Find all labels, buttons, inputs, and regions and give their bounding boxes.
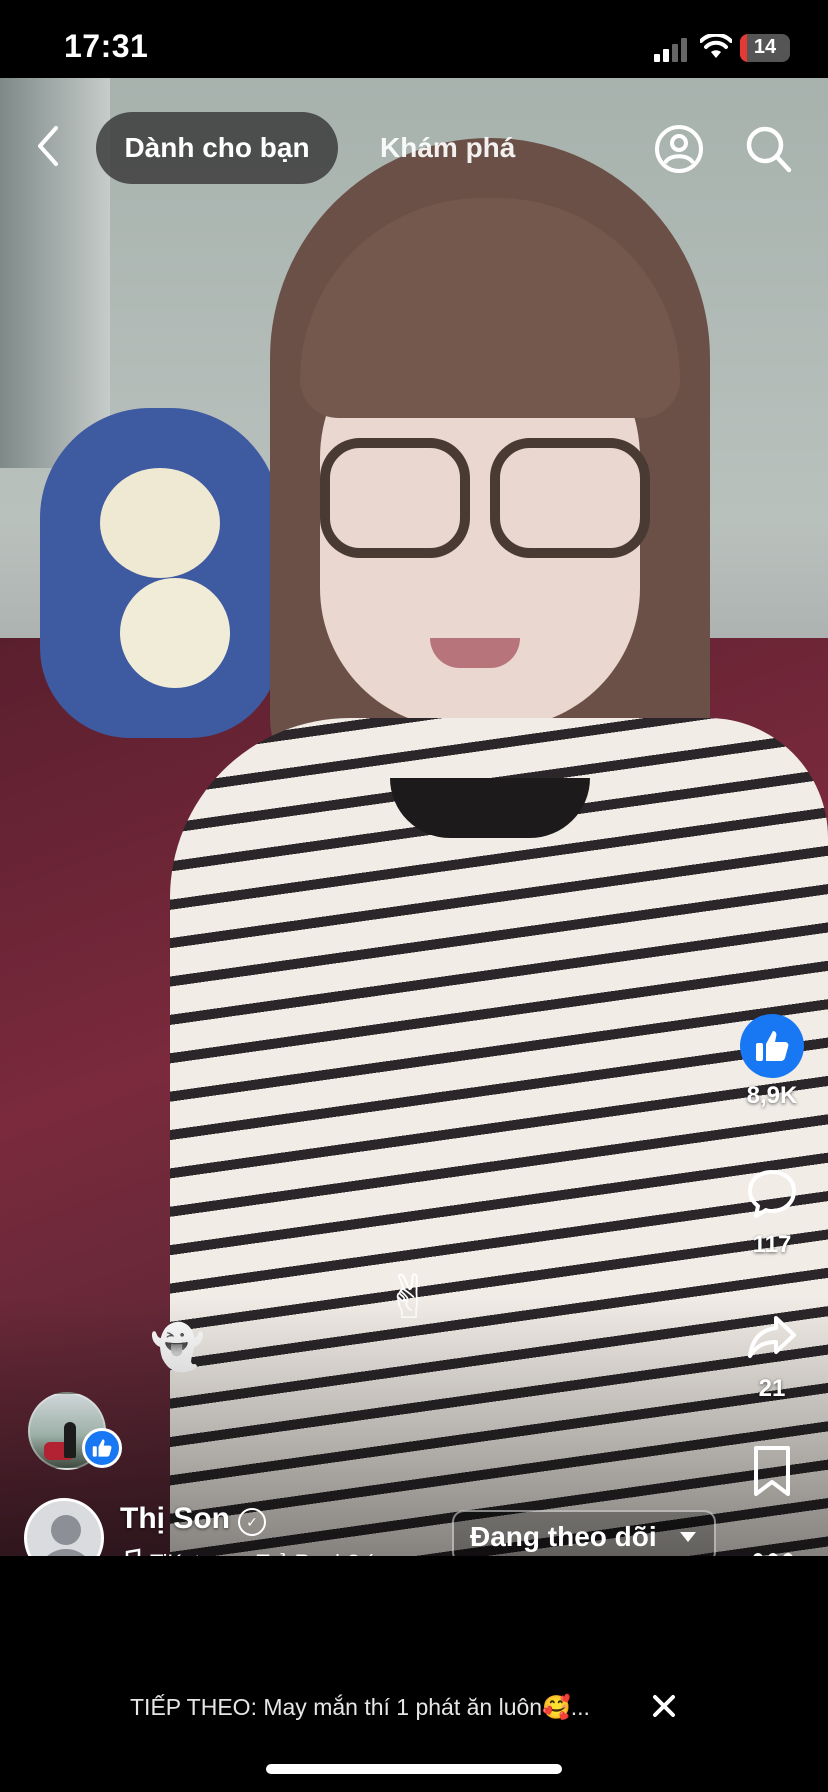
wifi-icon	[700, 34, 732, 58]
status-bar: 17:31 14	[0, 0, 828, 78]
badge-icon: ✓	[238, 1508, 266, 1536]
cellular-signal-icon	[654, 38, 687, 62]
tab-explore[interactable]: Khám phá	[356, 112, 539, 184]
status-time: 17:31	[64, 28, 149, 64]
tab-for-you[interactable]: Dành cho bạn	[96, 112, 338, 184]
bookmark-icon[interactable]	[748, 1444, 796, 1498]
comment-action[interactable]: 117	[740, 1166, 804, 1259]
share-action[interactable]: 21	[740, 1310, 804, 1403]
video-player[interactable]: ✌ 👻	[0, 78, 828, 1556]
battery-indicator: 14	[740, 34, 790, 62]
battery-level: 14	[753, 36, 777, 58]
next-video-text[interactable]: TIẾP THEO: May mắn thí 1 phát ăn luôn🥰..…	[130, 1694, 590, 1721]
back-icon[interactable]	[30, 122, 66, 170]
profile-icon[interactable]	[654, 124, 704, 174]
caret-down-icon	[680, 1532, 696, 1542]
like-badge-icon	[82, 1428, 122, 1468]
close-icon[interactable]	[650, 1692, 678, 1720]
comment-icon	[748, 1170, 796, 1218]
home-indicator[interactable]	[266, 1764, 562, 1774]
like-count: 8,9K	[746, 1082, 798, 1109]
like-button[interactable]	[740, 1014, 804, 1078]
next-video-bar	[0, 1556, 828, 1792]
creator-name[interactable]: Thị Son	[120, 1502, 230, 1536]
comment-count: 117	[752, 1231, 792, 1258]
share-count: 21	[758, 1375, 786, 1402]
following-label: Đang theo dõi	[470, 1521, 657, 1552]
like-icon	[756, 1031, 789, 1061]
share-icon	[748, 1316, 796, 1358]
search-icon[interactable]	[744, 124, 792, 174]
like-action[interactable]: 8,9K	[740, 1014, 804, 1110]
plush-toy	[40, 408, 280, 738]
